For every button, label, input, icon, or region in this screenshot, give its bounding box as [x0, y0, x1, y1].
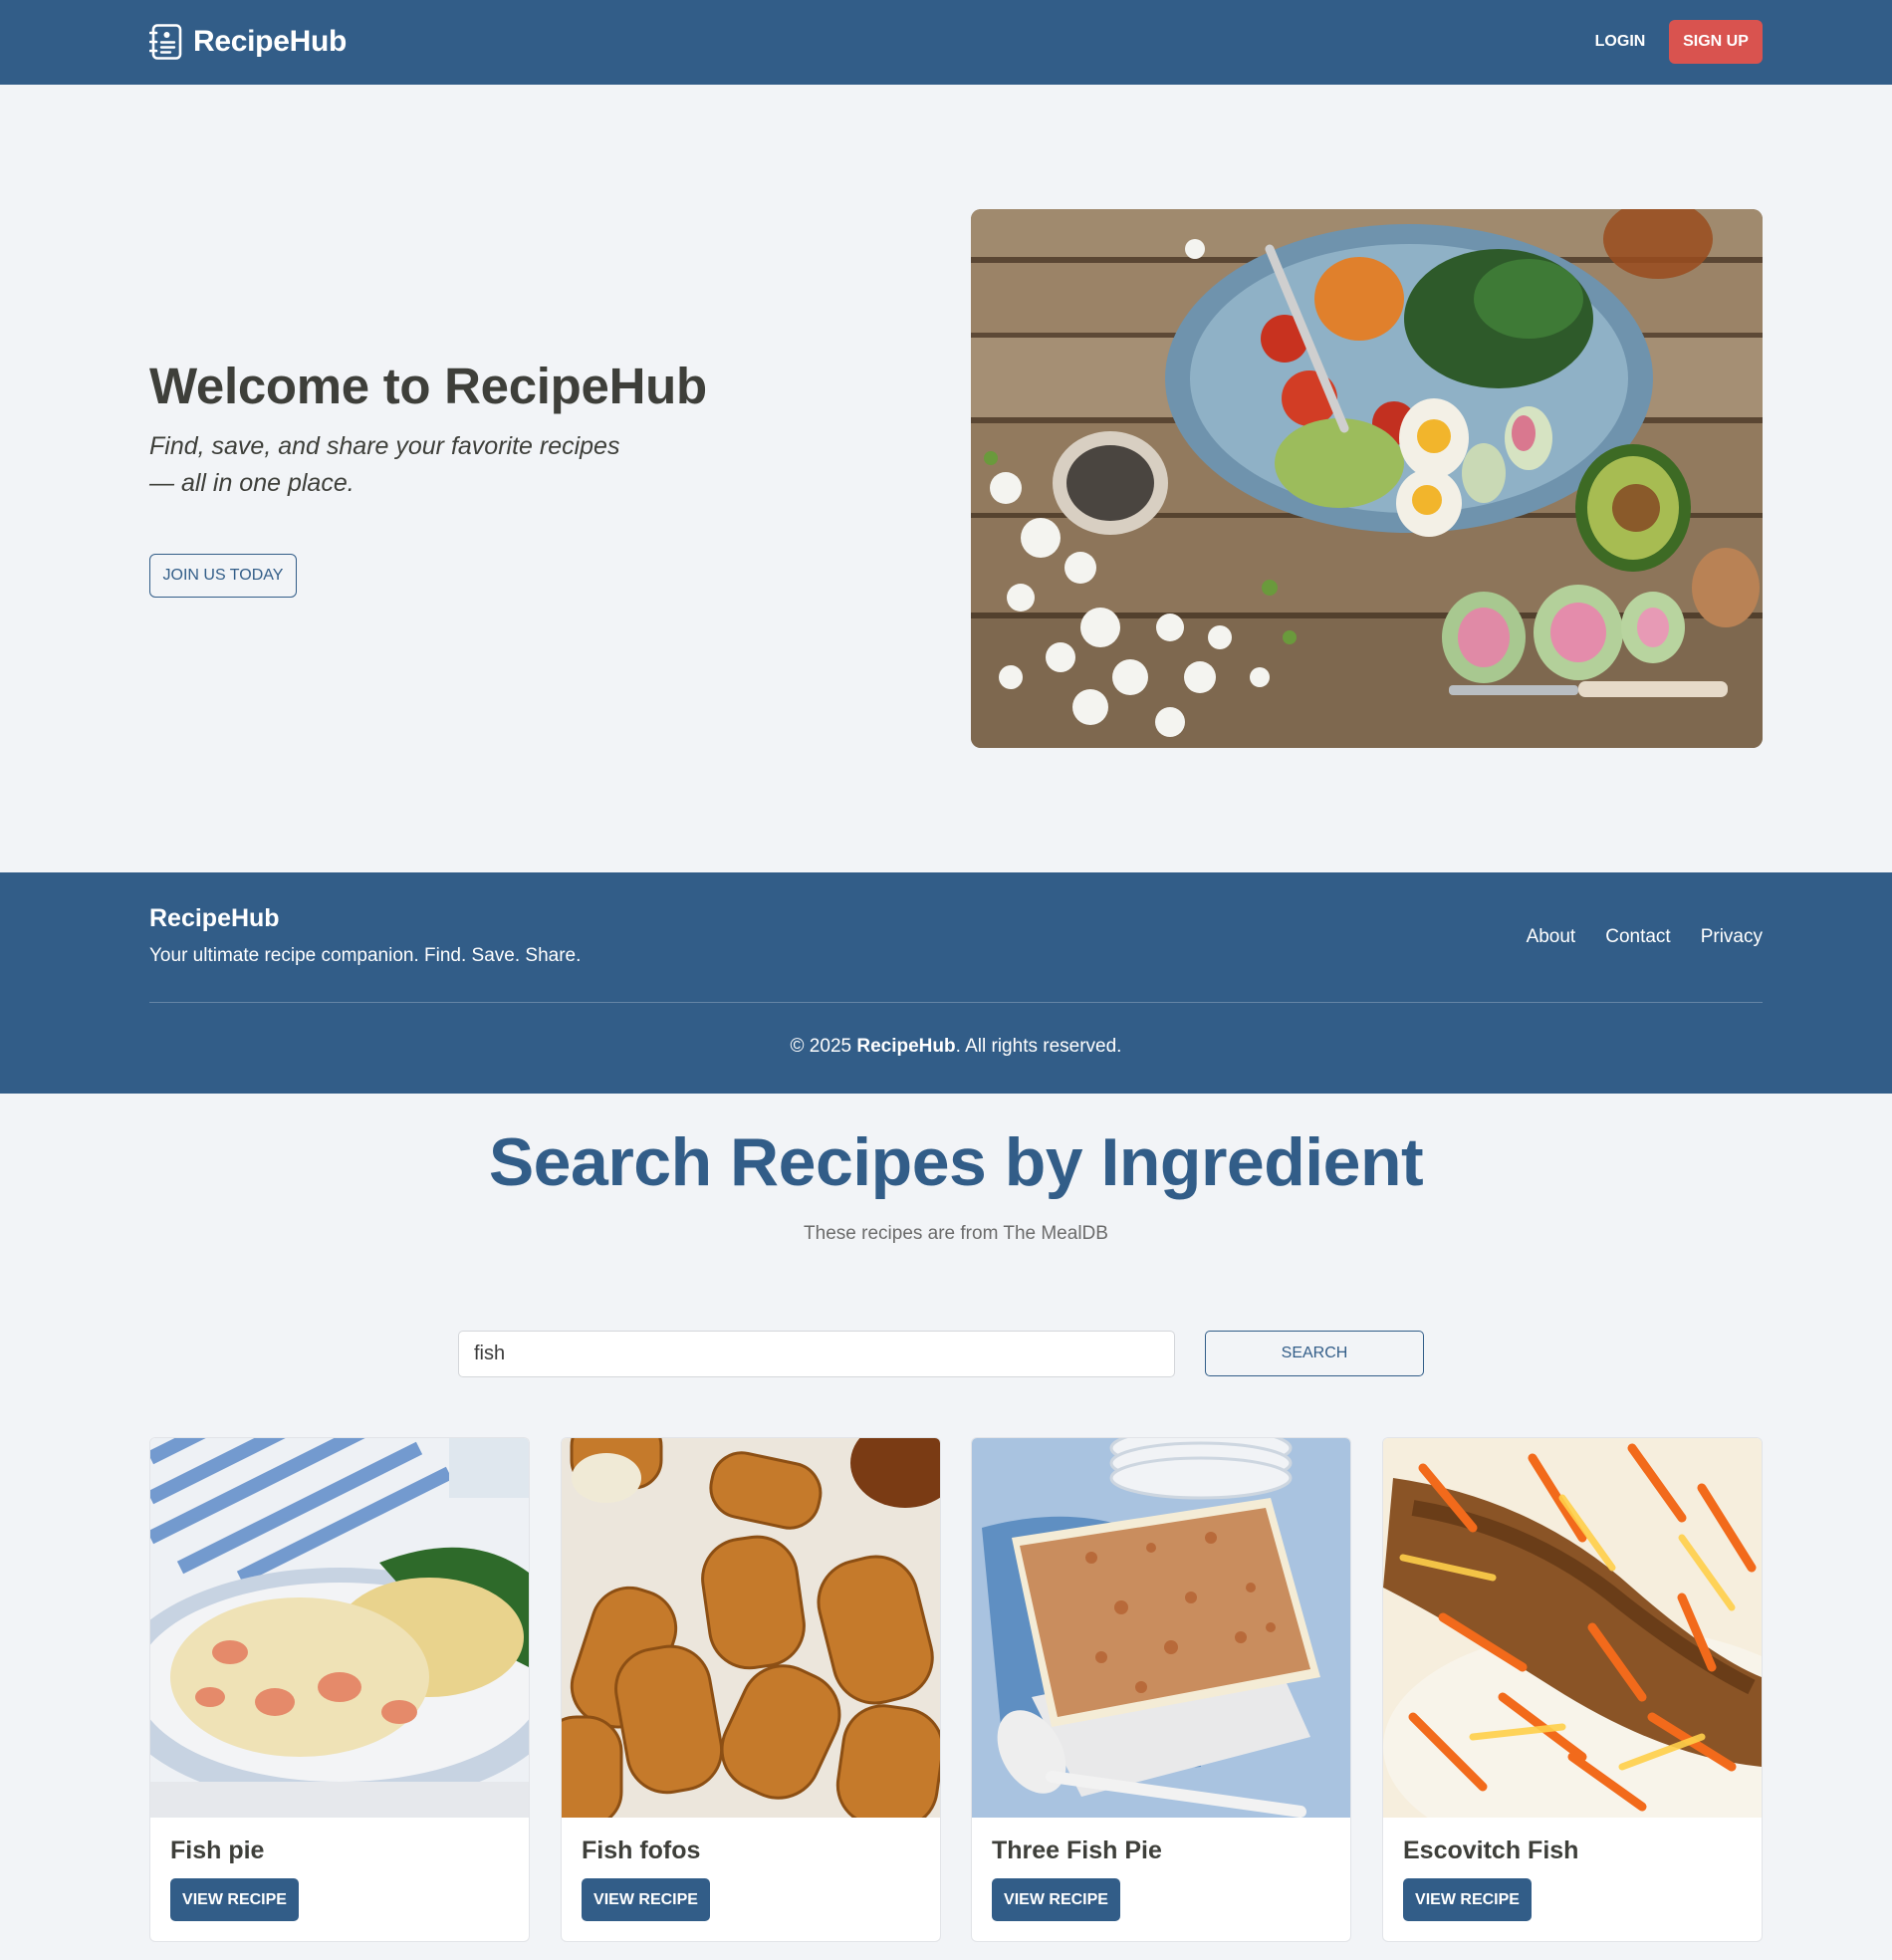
footer-link-about[interactable]: About [1527, 926, 1576, 948]
recipe-name: Three Fish Pie [992, 1837, 1162, 1864]
search-button[interactable]: SEARCH [1205, 1331, 1424, 1376]
fish-fofos-photo [562, 1438, 940, 1818]
view-recipe-button[interactable]: VIEW RECIPE [992, 1878, 1120, 1921]
three-fish-pie-photo [972, 1438, 1350, 1818]
footer-links: About Contact Privacy [1527, 926, 1763, 948]
navbar: RecipeHub LOGIN SIGN UP [0, 0, 1892, 85]
footer-brand: RecipeHub [149, 904, 280, 932]
view-recipe-button[interactable]: VIEW RECIPE [582, 1878, 710, 1921]
copyright-suffix: . All rights reserved. [955, 1036, 1122, 1057]
footer-tagline: Your ultimate recipe companion. Find. Sa… [149, 945, 582, 966]
footer-divider [149, 1002, 1763, 1003]
brand-link[interactable]: RecipeHub [149, 23, 347, 61]
recipe-name: Escovitch Fish [1403, 1837, 1579, 1864]
footer-link-contact[interactable]: Contact [1605, 926, 1670, 948]
recipe-card: Escovitch Fish VIEW RECIPE [1382, 1437, 1763, 1942]
recipe-book-icon [149, 24, 182, 60]
recipe-name: Fish fofos [582, 1837, 701, 1864]
recipe-card: Three Fish Pie VIEW RECIPE [971, 1437, 1351, 1942]
recipe-results: Fish pie VIEW RECIPE Fish fofos VIEW REC… [149, 1437, 1763, 1942]
join-us-button[interactable]: JOIN US TODAY [149, 554, 297, 598]
recipe-card: Fish fofos VIEW RECIPE [561, 1437, 941, 1942]
ingredient-search-input[interactable] [458, 1331, 1175, 1377]
recipe-card: Fish pie VIEW RECIPE [149, 1437, 530, 1942]
login-button[interactable]: LOGIN [1575, 20, 1665, 64]
recipe-name: Fish pie [170, 1837, 265, 1864]
view-recipe-button[interactable]: VIEW RECIPE [170, 1878, 299, 1921]
hero-food-image [971, 209, 1763, 748]
hero-subtitle-line-1: Find, save, and share your favorite reci… [149, 432, 620, 460]
view-recipe-button[interactable]: VIEW RECIPE [1403, 1878, 1532, 1921]
hero-subtitle: Find, save, and share your favorite reci… [149, 428, 647, 502]
escovitch-fish-photo [1383, 1438, 1762, 1818]
hero-title: Welcome to RecipeHub [149, 358, 707, 414]
fish-pie-photo [150, 1438, 529, 1818]
search-subtitle: These recipes are from The MealDB [804, 1223, 1108, 1244]
brand-name: RecipeHub [193, 25, 347, 58]
signup-button[interactable]: SIGN UP [1669, 20, 1763, 64]
copyright-brand: RecipeHub [856, 1036, 956, 1057]
copyright-prefix: © 2025 [790, 1036, 857, 1057]
footer: RecipeHub Your ultimate recipe companion… [0, 872, 1892, 1094]
hero-subtitle-line-2: — all in one place. [149, 469, 355, 497]
copyright-text: © 2025 RecipeHub. All rights reserved. [0, 1036, 1892, 1058]
footer-link-privacy[interactable]: Privacy [1701, 926, 1763, 948]
search-title: Search Recipes by Ingredient [488, 1124, 1424, 1200]
